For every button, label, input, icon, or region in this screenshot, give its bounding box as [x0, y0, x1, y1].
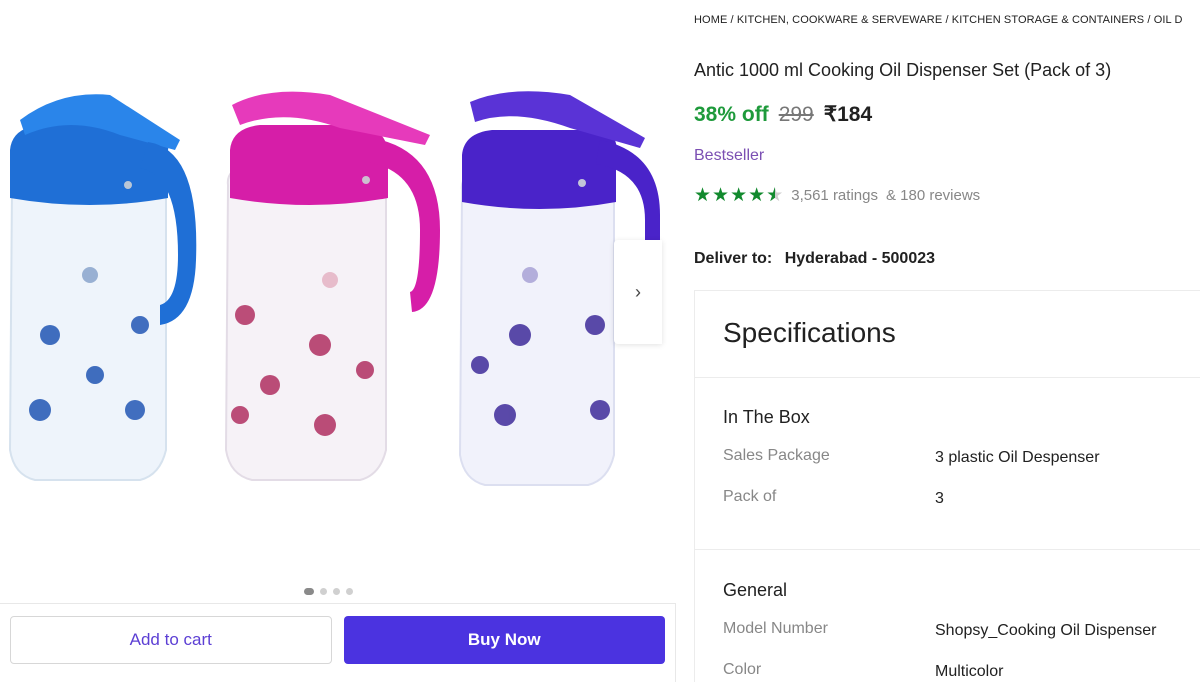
delivery-location[interactable]: Deliver to: Hyderabad - 500023	[694, 250, 935, 268]
jar-pink	[224, 91, 440, 481]
action-bar: Add to cart Buy Now	[0, 603, 676, 682]
divider	[695, 377, 1200, 378]
bestseller-badge: Bestseller	[694, 147, 765, 164]
next-image-button[interactable]: ›	[614, 240, 662, 344]
spec-value: 3	[935, 490, 944, 507]
breadcrumb-separator: /	[1144, 14, 1154, 26]
delivery-pincode: Hyderabad - 500023	[784, 250, 936, 267]
spec-key: Sales Package	[723, 447, 830, 464]
price-row: 38% off 299 ₹184	[694, 102, 872, 127]
product-title: Antic 1000 ml Cooking Oil Dispenser Set …	[694, 60, 1112, 80]
star-icon: ★	[694, 185, 712, 206]
ratings-count: 3,561 ratings	[791, 187, 878, 204]
pagination-dot[interactable]	[320, 588, 327, 595]
star-icon: ★	[748, 185, 766, 206]
original-price: 299	[778, 103, 814, 126]
specifications-card: Specifications In The Box Sales Package …	[694, 290, 1200, 682]
selling-price: ₹184	[823, 103, 873, 126]
spec-key: Pack of	[723, 488, 777, 505]
breadcrumb-separator: /	[727, 14, 737, 26]
breadcrumb-storage[interactable]: KITCHEN STORAGE & CONTAINERS	[952, 14, 1144, 26]
buy-now-button[interactable]: Buy Now	[343, 616, 665, 664]
product-image[interactable]	[0, 80, 676, 510]
breadcrumb-home[interactable]: HOME	[694, 14, 727, 26]
pagination-dot[interactable]	[333, 588, 340, 595]
divider	[695, 549, 1200, 550]
section-heading-in-the-box: In The Box	[723, 407, 810, 427]
spec-value: Shopsy_Cooking Oil Dispenser	[935, 622, 1157, 639]
product-details: HOME / KITCHEN, COOKWARE & SERVEWARE / K…	[694, 0, 1200, 682]
breadcrumb-oil[interactable]: OIL D	[1154, 14, 1183, 26]
deliver-to-label: Deliver to:	[694, 250, 773, 267]
spec-value: 3 plastic Oil Despenser	[935, 449, 1100, 466]
spec-key: Color	[723, 661, 762, 678]
pagination-dot[interactable]	[346, 588, 353, 595]
reviews-count: & 180 reviews	[885, 187, 981, 204]
half-star-icon: ★	[766, 186, 783, 205]
spec-key: Model Number	[723, 620, 828, 637]
star-icon: ★	[730, 185, 748, 206]
chevron-right-icon: ›	[635, 281, 641, 302]
breadcrumb-kitchen[interactable]: KITCHEN, COOKWARE & SERVEWARE	[737, 14, 942, 26]
breadcrumb-separator: /	[942, 14, 952, 26]
specifications-title: Specifications	[723, 317, 896, 348]
breadcrumb: HOME / KITCHEN, COOKWARE & SERVEWARE / K…	[694, 14, 1200, 26]
jar-blue	[8, 94, 197, 481]
add-to-cart-button[interactable]: Add to cart	[10, 616, 332, 664]
spec-value: Multicolor	[935, 663, 1004, 680]
pagination-dot[interactable]	[304, 588, 314, 595]
section-heading-general: General	[723, 580, 788, 600]
image-pagination	[304, 588, 353, 595]
discount-percent: 38% off	[694, 103, 769, 126]
rating-row[interactable]: ★ ★ ★ ★ ★ 3,561 ratings & 180 reviews	[694, 186, 980, 205]
star-rating: ★ ★ ★ ★ ★	[694, 186, 783, 205]
star-icon: ★	[712, 185, 730, 206]
product-gallery: › Add to cart Buy Now	[0, 0, 676, 682]
